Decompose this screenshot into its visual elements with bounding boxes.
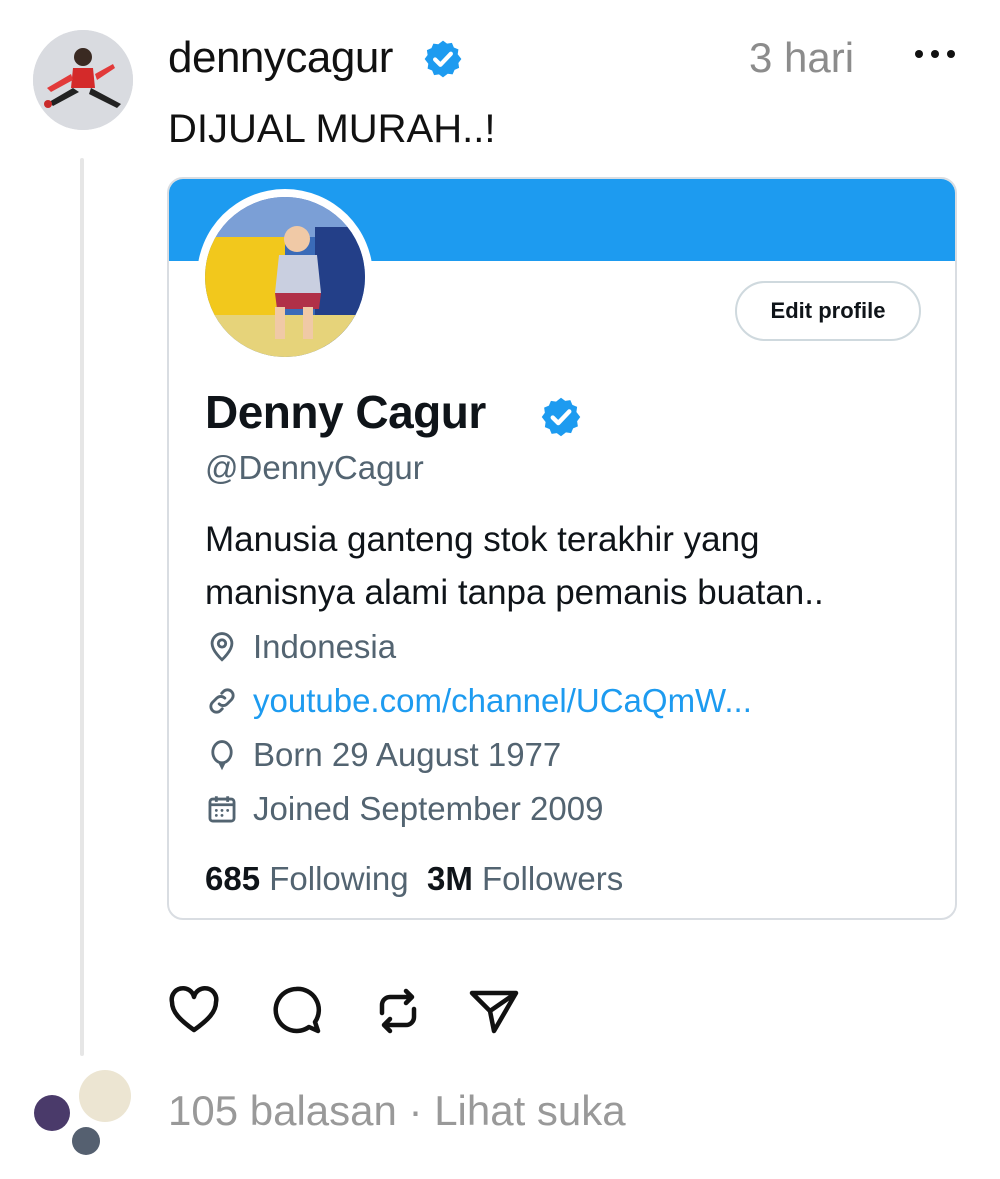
heart-icon[interactable] (166, 983, 222, 1039)
reply-avatar (34, 1095, 70, 1131)
embedded-profile-card[interactable]: Edit profile Denny Cagur @DennyCagur Man… (167, 177, 957, 920)
link-text[interactable]: youtube.com/channel/UCaQmW... (253, 682, 752, 720)
verified-icon (541, 397, 581, 437)
post-text: DIJUAL MURAH..! (168, 107, 496, 151)
followers-label[interactable]: Followers (482, 860, 623, 897)
profile-handle: @DennyCagur (205, 449, 424, 486)
replies-likes-link[interactable]: 105 balasan · Lihat suka (168, 1085, 626, 1137)
following-label[interactable]: Following (269, 860, 408, 897)
followers-count[interactable]: 3M (427, 860, 473, 897)
comment-icon[interactable] (268, 983, 324, 1039)
profile-bio: Manusia ganteng stok terakhir yang manis… (205, 513, 925, 619)
link-icon (209, 688, 235, 714)
bio-line: Manusia ganteng stok terakhir yang (205, 520, 760, 559)
thread-line (80, 158, 84, 1056)
profile-stats: 685 Following 3M Followers (205, 857, 623, 901)
born-text: Born 29 August 1977 (253, 736, 562, 773)
more-icon[interactable] (912, 36, 958, 72)
post-author-avatar[interactable] (33, 30, 133, 130)
profile-birthdate: Born 29 August 1977 (205, 733, 561, 777)
post-timestamp: 3 hari (749, 34, 855, 81)
repost-icon[interactable] (370, 983, 426, 1039)
following-count[interactable]: 685 (205, 860, 260, 897)
verified-icon (424, 40, 462, 78)
profile-location: Indonesia (205, 625, 396, 669)
location-text: Indonesia (253, 628, 397, 665)
reply-avatar (79, 1070, 131, 1122)
profile-display-name: Denny Cagur (205, 386, 486, 438)
share-icon[interactable] (466, 983, 522, 1039)
post-username[interactable]: dennycagur (168, 32, 393, 84)
bio-line: manisnya alami tanpa pemanis buatan.. (205, 573, 824, 612)
calendar-icon (208, 796, 236, 823)
joined-text: Joined September 2009 (253, 790, 604, 827)
location-icon (210, 632, 234, 662)
profile-avatar (197, 189, 373, 365)
reply-avatar (72, 1127, 100, 1155)
profile-joined: Joined September 2009 (205, 787, 603, 831)
balloon-icon (211, 740, 233, 771)
profile-link[interactable]: youtube.com/channel/UCaQmW... (205, 679, 752, 723)
edit-profile-button[interactable]: Edit profile (735, 281, 921, 341)
